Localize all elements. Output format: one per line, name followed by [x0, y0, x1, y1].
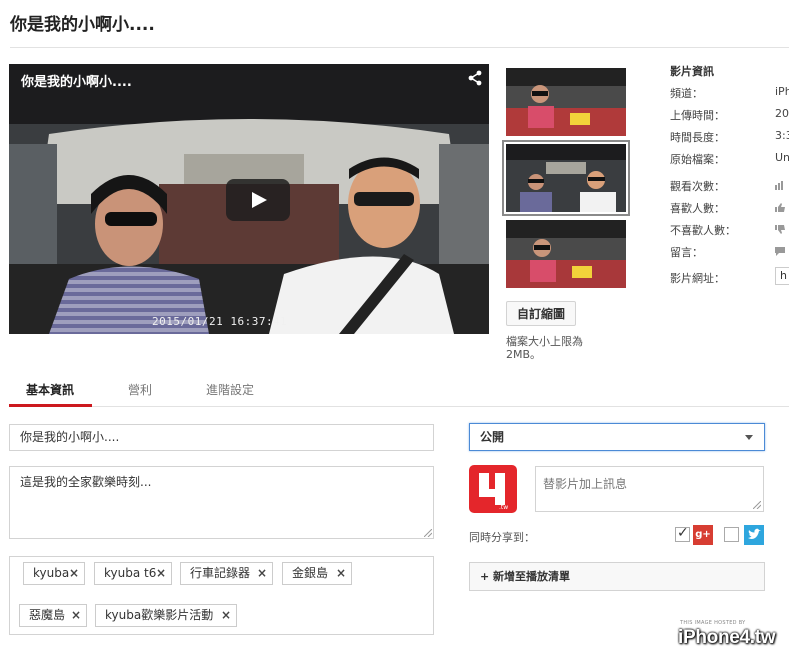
- remove-tag-icon[interactable]: ×: [257, 563, 267, 584]
- thumbs-up-icon: [775, 203, 785, 212]
- twitter-checkbox[interactable]: [724, 527, 739, 542]
- info-value-upload-time: 20: [775, 107, 789, 120]
- twitter-icon[interactable]: [744, 525, 764, 545]
- tag-chip: kyuba歡樂影片活動 ×: [95, 604, 237, 627]
- active-tab-indicator: [9, 404, 92, 407]
- info-label-video-url: 影片網址：: [670, 272, 725, 285]
- title-divider: [10, 47, 789, 48]
- thumbnail-option[interactable]: [506, 144, 626, 212]
- video-player[interactable]: 你是我的小啊小.... 2015/01/21 16:37:41: [9, 64, 489, 334]
- tab-monetization[interactable]: 營利: [128, 381, 152, 398]
- resize-grip-icon[interactable]: [753, 501, 761, 509]
- info-label-original-file: 原始檔案：: [670, 153, 725, 166]
- remove-tag-icon[interactable]: ×: [71, 605, 81, 626]
- tag-label: kyuba: [33, 566, 70, 580]
- page-title: 你是我的小啊小....: [10, 15, 155, 35]
- info-label-dislikes: 不喜歡人數：: [670, 224, 736, 237]
- info-label-comments: 留言：: [670, 246, 703, 259]
- privacy-select[interactable]: 公開: [469, 423, 765, 451]
- info-label-channel: 頻道：: [670, 87, 703, 100]
- play-button[interactable]: [226, 179, 290, 221]
- player-title: 你是我的小啊小....: [21, 75, 132, 90]
- tabs-divider: [9, 406, 789, 407]
- comment-icon: [775, 247, 785, 256]
- tag-label: 行車記錄器: [190, 566, 251, 580]
- bar-chart-icon: [775, 181, 783, 190]
- watermark-logo: iPhone4.tw: [678, 627, 776, 648]
- title-input[interactable]: 你是我的小啊小....: [9, 424, 434, 451]
- tag-label: 金銀島: [292, 566, 329, 580]
- share-icon[interactable]: [467, 70, 483, 86]
- watermark-caption: THIS IMAGE HOSTED BY: [680, 620, 746, 626]
- channel-avatar: .tw: [469, 465, 517, 513]
- tag-label: 惡魔島: [29, 608, 66, 622]
- tag-chip: 行車記錄器 ×: [180, 562, 273, 585]
- info-label-upload-time: 上傳時間：: [670, 109, 725, 122]
- info-label-views: 觀看次數：: [670, 180, 725, 193]
- info-value-original-file: Un: [775, 151, 789, 164]
- thumbnail-size-note: 檔案大小上限為 2MB。: [506, 335, 583, 361]
- resize-grip-icon[interactable]: [424, 529, 432, 537]
- share-message-placeholder: 替影片加上訊息: [543, 477, 628, 491]
- thumbs-down-icon: [775, 225, 785, 234]
- remove-tag-icon[interactable]: ×: [221, 605, 231, 626]
- remove-tag-icon[interactable]: ×: [156, 563, 166, 584]
- remove-tag-icon[interactable]: ×: [336, 563, 346, 584]
- svg-text:.tw: .tw: [499, 504, 508, 511]
- tag-chip: kyuba t6 ×: [94, 562, 172, 585]
- remove-tag-icon[interactable]: ×: [69, 563, 79, 584]
- description-textarea[interactable]: 這是我的全家歡樂時刻...: [9, 466, 434, 539]
- video-timestamp: 2015/01/21 16:37:41: [152, 315, 288, 328]
- privacy-selected-value: 公開: [480, 430, 505, 444]
- google-plus-icon[interactable]: g+: [693, 525, 713, 545]
- video-url-field[interactable]: h: [775, 267, 789, 285]
- tag-label: kyuba t6: [104, 566, 157, 580]
- tag-label: kyuba歡樂影片活動: [105, 608, 214, 622]
- add-to-playlist-button[interactable]: + 新增至播放清單: [469, 562, 765, 591]
- chevron-down-icon: [745, 435, 753, 440]
- share-also-label: 同時分享到：: [469, 531, 535, 544]
- info-label-duration: 時間長度：: [670, 131, 725, 144]
- video-info-heading: 影片資訊: [670, 65, 714, 78]
- google-plus-checkbox[interactable]: [675, 525, 690, 542]
- tags-field[interactable]: kyuba × kyuba t6 × 行車記錄器 × 金銀島 × 惡魔島 × kyuba歡…: [9, 556, 434, 635]
- info-value-channel[interactable]: iPh: [775, 85, 789, 98]
- thumbnail-option[interactable]: [506, 220, 626, 288]
- tag-chip: kyuba ×: [23, 562, 85, 585]
- custom-thumbnail-button[interactable]: 自訂縮圖: [506, 301, 576, 326]
- tag-chip: 惡魔島 ×: [19, 604, 87, 627]
- info-value-duration: 3:3: [775, 129, 789, 142]
- tag-chip: 金銀島 ×: [282, 562, 352, 585]
- info-label-likes: 喜歡人數：: [670, 202, 725, 215]
- tab-basic-info[interactable]: 基本資訊: [26, 381, 74, 398]
- thumbnail-option[interactable]: [506, 68, 626, 136]
- share-message-textarea[interactable]: 替影片加上訊息: [535, 466, 764, 512]
- tab-advanced-settings[interactable]: 進階設定: [206, 381, 254, 398]
